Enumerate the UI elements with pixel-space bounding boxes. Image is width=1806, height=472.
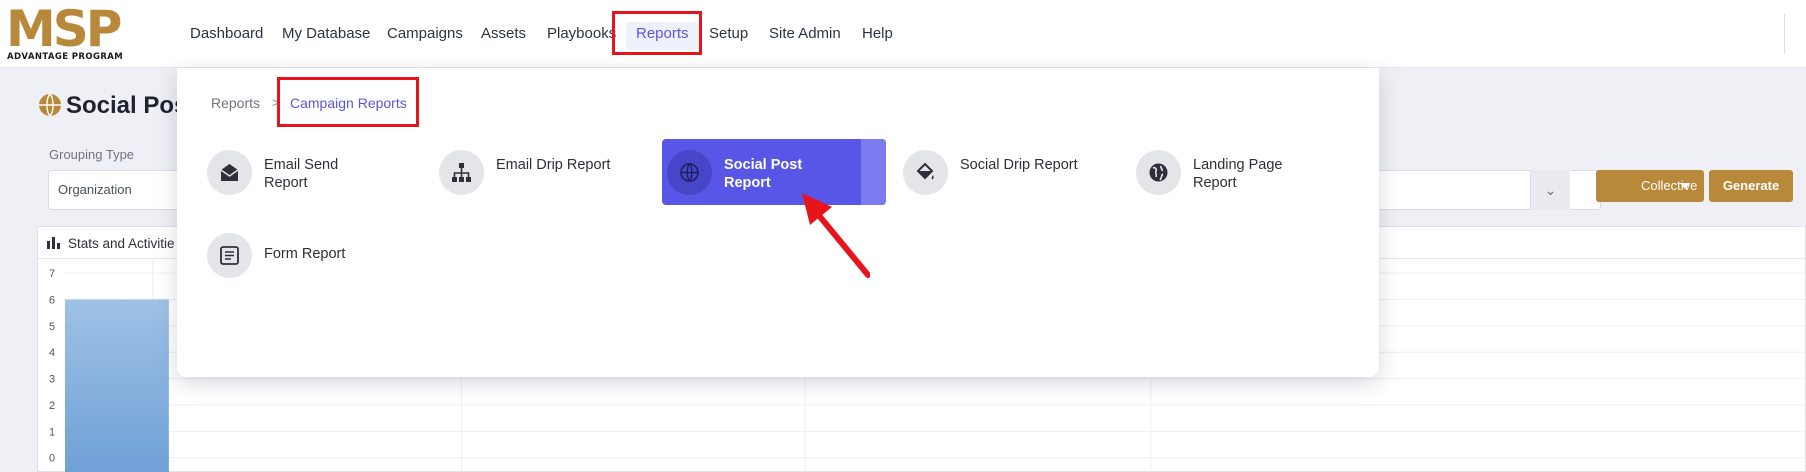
chart-y-tick-label: 1 xyxy=(49,426,55,438)
sitemap-icon xyxy=(439,150,484,195)
landing-page-report-item[interactable]: Landing Page Report xyxy=(1131,139,1355,205)
stats-title: Stats and Activitie xyxy=(68,236,175,251)
chart-y-tick-label: 7 xyxy=(49,268,55,280)
logo-tagline: ADVANTAGE PROGRAM xyxy=(7,52,124,62)
form-report-label: Form Report xyxy=(264,246,346,262)
nav-my-database[interactable]: My Database xyxy=(282,25,370,42)
logo-text: MSP xyxy=(6,4,121,50)
reports-highlight-box xyxy=(612,11,702,55)
nav-divider xyxy=(1784,14,1785,54)
bar-chart-icon xyxy=(47,237,60,249)
form-report-item[interactable]: Form Report xyxy=(202,222,426,288)
page-title: Social Post xyxy=(38,92,195,124)
social-drip-report-label: Social Drip Report xyxy=(960,157,1078,173)
collective-button[interactable]: Collective xyxy=(1596,170,1704,202)
reports-dropdown: Reports > Campaign Reports Email Send Re… xyxy=(177,68,1379,377)
grouping-type-label: Grouping Type xyxy=(49,147,135,162)
campaign-reports-highlight-box xyxy=(277,77,419,127)
envelope-open-icon xyxy=(207,150,252,195)
chart-y-tick-label: 5 xyxy=(49,321,55,333)
msp-logo-mark: MSP xyxy=(6,4,124,50)
nav-help[interactable]: Help xyxy=(862,25,893,42)
email-send-report-item[interactable]: Email Send Report xyxy=(202,139,426,205)
nav-setup[interactable]: Setup xyxy=(709,25,748,42)
email-drip-report-item[interactable]: Email Drip Report xyxy=(434,139,658,205)
paint-bucket-icon xyxy=(903,150,948,195)
globe-icon xyxy=(38,93,62,124)
top-navigation-bar: MSP ADVANTAGE PROGRAM Dashboard My Datab… xyxy=(0,0,1806,68)
nav-dashboard[interactable]: Dashboard xyxy=(190,25,263,42)
form-icon xyxy=(207,233,252,278)
chart-y-tick-label: 0 xyxy=(49,453,55,465)
nav-campaigns[interactable]: Campaigns xyxy=(387,25,463,42)
chart-y-tick-label: 6 xyxy=(49,294,55,306)
chart-y-tick-label: 3 xyxy=(49,374,55,386)
chevron-down-icon[interactable]: ⌄ xyxy=(1530,170,1570,210)
msp-logo[interactable]: MSP ADVANTAGE PROGRAM xyxy=(6,4,154,64)
annotation-arrow-icon xyxy=(802,193,870,278)
globe-americas-icon xyxy=(1136,150,1181,195)
email-send-report-label: Email Send Report xyxy=(264,157,339,191)
nav-site-admin[interactable]: Site Admin xyxy=(769,25,841,42)
nav-playbooks[interactable]: Playbooks xyxy=(547,25,616,42)
generate-button[interactable]: Generate xyxy=(1709,170,1793,202)
email-drip-report-label: Email Drip Report xyxy=(496,157,611,173)
breadcrumb-reports[interactable]: Reports xyxy=(211,95,260,111)
landing-page-report-label: Landing Page Report xyxy=(1193,157,1283,191)
globe-icon xyxy=(667,150,712,195)
social-drip-report-item[interactable]: Social Drip Report xyxy=(898,139,1122,205)
page-title-text: Social Post xyxy=(66,92,196,119)
chart-bar xyxy=(64,299,169,472)
grouping-type-select[interactable]: Organization xyxy=(48,170,188,210)
chart-y-tick-label: 2 xyxy=(49,400,55,412)
nav-assets[interactable]: Assets xyxy=(481,25,526,42)
chart-y-tick-label: 4 xyxy=(49,347,55,359)
caret-down-icon xyxy=(1680,183,1690,189)
